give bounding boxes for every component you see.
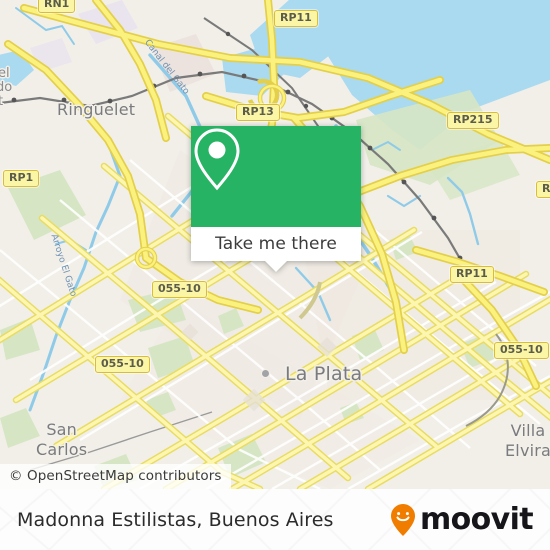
location-pin-icon	[194, 128, 240, 191]
moovit-logo[interactable]: moovit	[390, 502, 534, 537]
map-canvas[interactable]: Ringuelet La Plata San Carlos Villa Elvi…	[0, 0, 550, 489]
road-shield-rp11-n[interactable]: RP11	[274, 10, 318, 27]
page-title: Madonna Estilistas, Buenos Aires	[17, 508, 334, 531]
road-shield-rn1[interactable]: RN1	[38, 0, 76, 13]
popup-pointer	[265, 261, 287, 272]
map-popup[interactable]: Take me there	[191, 126, 361, 272]
road-shield-rp-clipped[interactable]: RP	[536, 181, 550, 198]
map-place-dot-la-plata	[261, 369, 270, 378]
map-screenshot: Ringuelet La Plata San Carlos Villa Elvi…	[0, 0, 550, 550]
road-shield-rp11-e[interactable]: RP11	[450, 266, 494, 283]
take-me-there-label: Take me there	[215, 234, 337, 254]
moovit-wordmark: moovit	[419, 502, 534, 537]
road-shield-05510-nw[interactable]: 055-10	[152, 281, 207, 298]
popup-action-bar[interactable]: Take me there	[191, 227, 361, 261]
road-shield-05510-e[interactable]: 055-10	[494, 342, 549, 359]
road-shield-05510-sw[interactable]: 055-10	[95, 356, 150, 373]
road-shield-rp215[interactable]: RP215	[447, 112, 499, 129]
moovit-pin-icon	[390, 503, 415, 536]
footer-bar: Madonna Estilistas, Buenos Aires moovit	[0, 489, 550, 550]
road-shield-rp13[interactable]: RP13	[236, 104, 280, 121]
map-attribution[interactable]: © OpenStreetMap contributors	[0, 464, 231, 489]
road-shield-rp1[interactable]: RP1	[3, 170, 40, 187]
popup-header	[191, 126, 361, 227]
